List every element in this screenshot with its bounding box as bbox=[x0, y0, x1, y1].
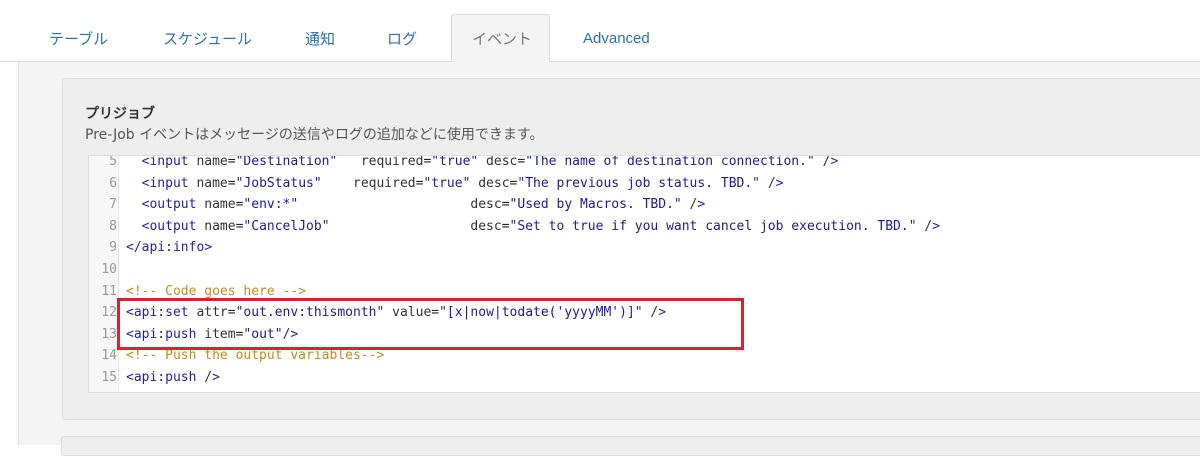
line-number: 12 bbox=[101, 305, 117, 321]
tab-content-panel: プリジョブ Pre-Job イベントはメッセージの送信やログの追加などに使用でき… bbox=[18, 62, 1200, 445]
highlight-annotation-box bbox=[117, 298, 744, 350]
code-line[interactable]: 5 <input name="Destination" required="tr… bbox=[89, 155, 1200, 173]
code-line[interactable]: 6 <input name="JobStatus" required="true… bbox=[89, 173, 1200, 195]
code-line[interactable]: 10 bbox=[89, 259, 1200, 281]
line-number: 13 bbox=[101, 326, 117, 342]
tab-bar: テーブル スケジュール 通知 ログ イベント Advanced bbox=[0, 0, 1200, 63]
line-number: 10 bbox=[101, 261, 117, 277]
code-line[interactable]: 9 </api:info> bbox=[89, 237, 1200, 259]
line-code: <input name="Destination" required="true… bbox=[141, 155, 839, 169]
line-number: 15 bbox=[101, 369, 117, 385]
code-line[interactable]: 8 <output name="CancelJob" desc="Set to … bbox=[89, 216, 1200, 238]
tab-notification[interactable]: 通知 bbox=[275, 14, 365, 62]
prejob-section: プリジョブ Pre-Job イベントはメッセージの送信やログの追加などに使用でき… bbox=[62, 78, 1200, 420]
next-section bbox=[61, 436, 1200, 456]
line-number: 8 bbox=[109, 218, 117, 234]
section-title: プリジョブ bbox=[85, 106, 155, 122]
tab-advanced[interactable]: Advanced bbox=[553, 14, 680, 62]
line-number: 11 bbox=[101, 283, 117, 299]
tab-schedule[interactable]: スケジュール bbox=[133, 14, 282, 62]
code-lines: 5 <input name="Destination" required="tr… bbox=[89, 155, 1200, 389]
line-code: <output name="CancelJob" desc="Set to tr… bbox=[141, 218, 941, 234]
code-line[interactable]: 7 <output name="env:*" desc="Used by Mac… bbox=[89, 194, 1200, 216]
line-code: <input name="JobStatus" required="true" … bbox=[141, 175, 784, 191]
section-description: Pre-Job イベントはメッセージの送信やログの追加などに使用できます。 bbox=[85, 127, 544, 143]
line-number: 7 bbox=[109, 197, 117, 213]
line-code: <api:push /> bbox=[126, 369, 220, 385]
tab-table[interactable]: テーブル bbox=[19, 14, 138, 62]
line-code: <output name="env:*" desc="Used by Macro… bbox=[141, 197, 706, 213]
tab-log[interactable]: ログ bbox=[357, 14, 447, 62]
line-number: 5 bbox=[109, 155, 117, 169]
tab-events[interactable]: イベント bbox=[451, 14, 550, 63]
code-line[interactable]: 15 <api:push /> bbox=[89, 367, 1200, 389]
line-code: </api:info> bbox=[126, 240, 213, 256]
line-number: 9 bbox=[109, 240, 117, 256]
code-editor[interactable]: 5 <input name="Destination" required="tr… bbox=[88, 155, 1200, 393]
line-number: 6 bbox=[109, 175, 117, 191]
line-number: 14 bbox=[101, 348, 117, 364]
